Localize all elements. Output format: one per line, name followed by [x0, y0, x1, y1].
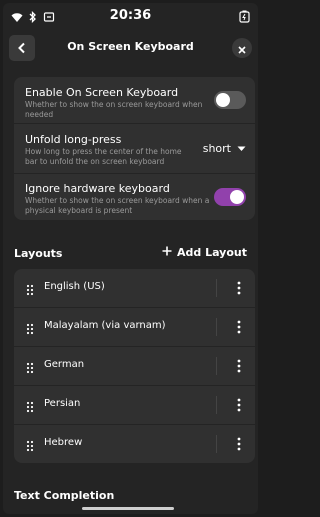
more-vertical-icon[interactable]: [237, 358, 241, 377]
more-vertical-icon[interactable]: [237, 280, 241, 299]
close-icon: [238, 39, 246, 58]
layout-name: German: [44, 359, 85, 370]
unfold-duration-value: short: [202, 142, 231, 155]
drag-handle-icon[interactable]: [26, 281, 34, 300]
layouts-heading: Layouts: [14, 247, 63, 260]
page-title: On Screen Keyboard: [67, 40, 194, 53]
enable-osk-title: Enable On Screen Keyboard: [25, 86, 179, 99]
switch-knob: [230, 190, 244, 204]
layout-row-persian[interactable]: Persian: [14, 386, 255, 425]
add-layout-button[interactable]: Add Layout: [162, 246, 247, 259]
ignore-hw-subtitle: Whether to show the on screen keyboard w…: [25, 196, 210, 215]
enable-osk-row[interactable]: Enable On Screen Keyboard Whether to sho…: [14, 77, 255, 124]
layout-name: Hebrew: [44, 437, 83, 448]
status-bar: 20:36: [3, 3, 258, 27]
enable-osk-switch[interactable]: [214, 91, 246, 109]
divider: [216, 396, 217, 414]
divider: [216, 318, 217, 336]
unfold-subtitle: How long to press the center of the home…: [25, 147, 182, 166]
settings-window: 20:36 On Screen Keyboard Enable On Scree…: [3, 3, 258, 514]
layout-row-malayalam[interactable]: Malayalam (via varnam): [14, 308, 255, 347]
divider: [216, 357, 217, 375]
layout-row-english-us[interactable]: English (US): [14, 269, 255, 308]
close-button[interactable]: [232, 38, 252, 58]
divider: [216, 279, 217, 297]
unfold-duration-dropdown[interactable]: short: [203, 142, 246, 155]
layout-row-hebrew[interactable]: Hebrew: [14, 425, 255, 463]
settings-card: Enable On Screen Keyboard Whether to sho…: [14, 77, 255, 220]
drag-handle-icon[interactable]: [26, 359, 34, 378]
text-completion-heading: Text Completion: [14, 489, 115, 502]
unfold-long-press-row[interactable]: Unfold long-press How long to press the …: [14, 124, 255, 174]
ignore-hw-keyboard-row[interactable]: Ignore hardware keyboard Whether to show…: [14, 174, 255, 220]
layouts-list: English (US) Malayalam (via varnam) Germ…: [14, 269, 255, 463]
back-button[interactable]: [9, 35, 35, 61]
switch-knob: [216, 93, 230, 107]
status-time: 20:36: [109, 8, 152, 23]
add-layout-label: Add Layout: [176, 246, 247, 259]
chevron-down-icon: [237, 142, 246, 155]
divider: [216, 435, 217, 453]
enable-osk-subtitle: Whether to show the on screen keyboard w…: [25, 100, 203, 119]
more-vertical-icon[interactable]: [237, 436, 241, 455]
drag-handle-icon[interactable]: [26, 437, 34, 456]
drag-handle-icon[interactable]: [26, 320, 34, 339]
home-indicator[interactable]: [82, 507, 174, 510]
back-arrow-icon: [17, 39, 27, 58]
unfold-title: Unfold long-press: [25, 133, 122, 146]
more-vertical-icon[interactable]: [237, 319, 241, 338]
battery-charging-icon: [239, 8, 250, 27]
more-vertical-icon[interactable]: [237, 397, 241, 416]
layout-name: English (US): [44, 281, 105, 292]
ignore-hw-title: Ignore hardware keyboard: [25, 182, 170, 195]
layout-name: Persian: [44, 398, 81, 409]
plus-icon: [162, 246, 172, 259]
drag-handle-icon[interactable]: [26, 398, 34, 417]
header-bar: On Screen Keyboard: [3, 31, 258, 65]
layout-row-german[interactable]: German: [14, 347, 255, 386]
layout-name: Malayalam (via varnam): [44, 320, 166, 331]
ignore-hw-switch[interactable]: [214, 188, 246, 206]
